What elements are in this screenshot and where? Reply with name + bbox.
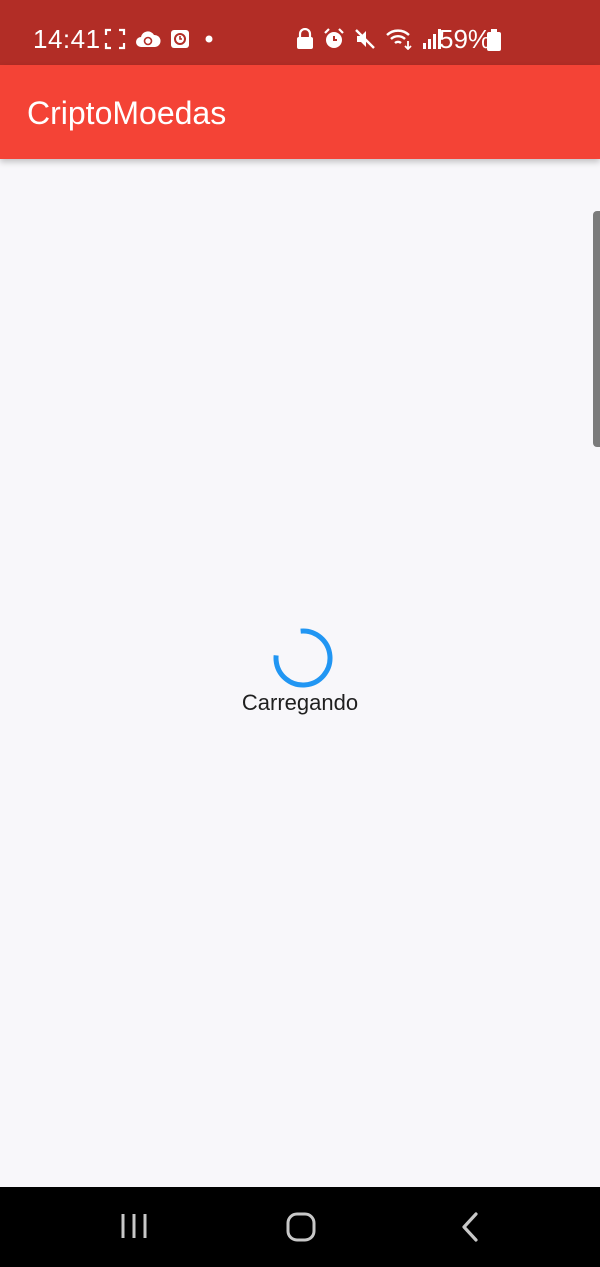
mute-icon <box>354 28 376 50</box>
wifi-icon <box>385 28 413 50</box>
alarm-icon <box>323 28 345 50</box>
screenshot-frame-icon <box>104 28 126 50</box>
app-bar: CriptoMoedas <box>0 65 600 159</box>
dot-icon <box>199 29 219 49</box>
app-badge-icon <box>170 29 190 49</box>
loading-text: Carregando <box>241 690 359 715</box>
status-right-icons <box>296 28 451 50</box>
status-left-icons <box>104 28 228 50</box>
home-icon[interactable] <box>285 1211 317 1248</box>
recents-icon[interactable] <box>120 1212 148 1245</box>
battery-icon <box>487 29 501 56</box>
scrollbar-thumb[interactable] <box>593 211 600 447</box>
navigation-bar <box>0 1187 600 1267</box>
app-title: CriptoMoedas <box>27 95 227 131</box>
cloud-sync-icon <box>135 29 161 49</box>
loading-spinner <box>271 626 335 690</box>
status-time: 14:41 <box>33 24 101 54</box>
battery-percentage: 59% <box>439 24 492 54</box>
back-icon[interactable] <box>459 1211 481 1248</box>
lock-icon <box>296 28 314 50</box>
